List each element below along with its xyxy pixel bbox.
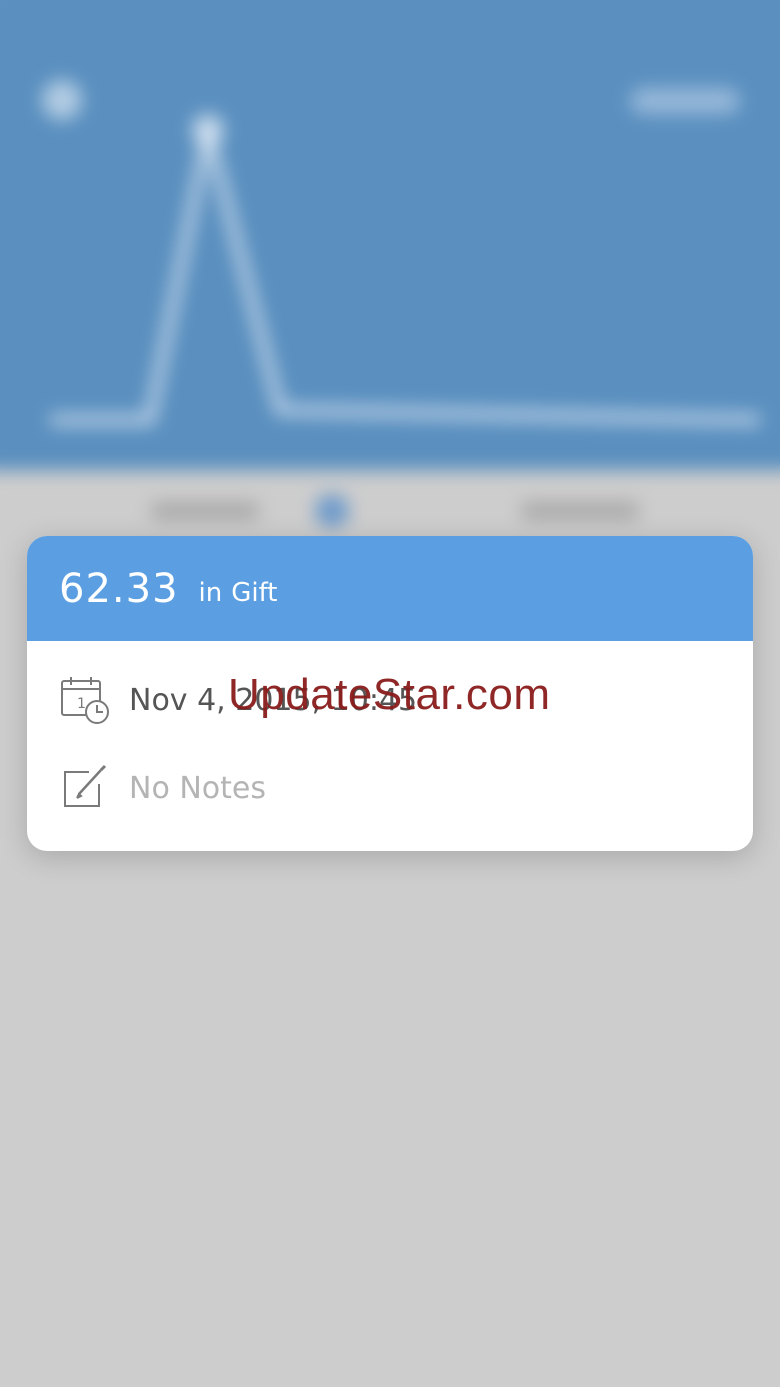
transaction-category-prefix: in [198,577,223,608]
background-menu-icon [42,80,82,120]
background-chart [42,80,761,425]
watermark-text: UpdateStar.com [228,670,551,719]
transaction-category: Gift [231,577,278,608]
background-tab-label [520,502,640,520]
transaction-amount: 62.33 [59,565,179,612]
edit-note-icon [59,762,111,814]
background-chart-peak [192,114,224,146]
background-tab-label [150,502,260,520]
background-tab-dot [315,494,349,528]
calendar-clock-icon: 1 [59,674,111,726]
svg-text:1: 1 [77,696,86,712]
background-chart-line [50,128,761,425]
background-chart-header [0,0,780,470]
transaction-notes-row[interactable]: No Notes [59,758,739,818]
background-header-label [630,88,740,114]
transaction-notes: No Notes [129,770,266,806]
transaction-card-header: 62.33 in Gift [27,536,753,641]
